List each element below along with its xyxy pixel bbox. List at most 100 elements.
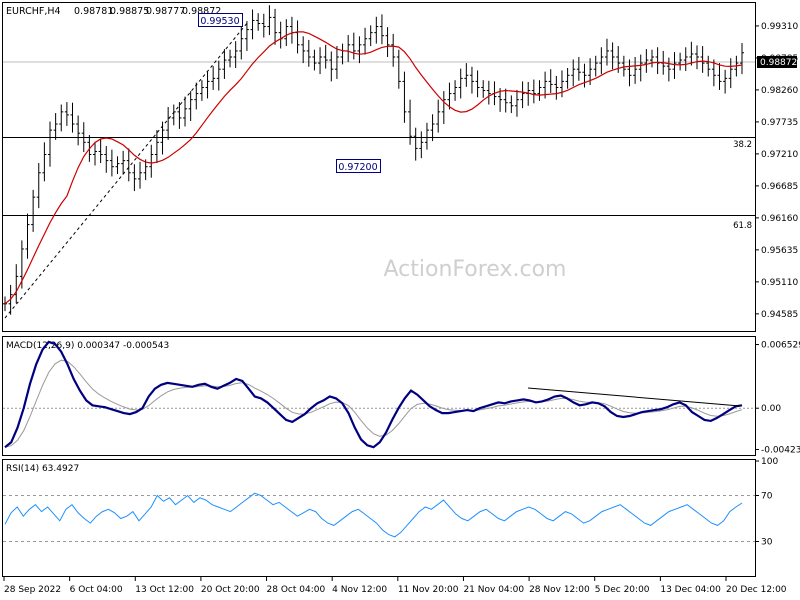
high-annotation: 0.99530 — [198, 13, 243, 27]
candle — [59, 104, 64, 132]
candle — [183, 96, 188, 127]
rsi-tick-label: 100 — [761, 457, 778, 467]
candle — [256, 13, 261, 31]
candle — [469, 66, 474, 94]
candle — [42, 142, 47, 182]
candle — [408, 99, 413, 145]
candle — [368, 25, 373, 47]
candle — [672, 52, 677, 79]
open-value: 0.98781 — [74, 6, 113, 17]
candle — [284, 19, 289, 47]
candle — [627, 59, 632, 87]
time-tick-label: 20 Dec 12:00 — [726, 585, 787, 595]
candle — [70, 102, 75, 133]
candle — [357, 36, 362, 64]
price-tick-label: 0.96160 — [761, 214, 798, 224]
time-tick-label: 13 Oct 12:00 — [135, 585, 194, 595]
candle — [475, 70, 480, 98]
candle — [458, 68, 463, 99]
candle — [464, 63, 469, 87]
candle — [379, 14, 384, 45]
price-tick-label: 0.95635 — [761, 246, 798, 256]
price-tick-label: 0.97735 — [761, 118, 798, 128]
candle — [48, 121, 53, 167]
price-tick-label: 0.95110 — [761, 278, 798, 288]
candle — [531, 79, 536, 104]
candle — [723, 69, 728, 94]
candle — [740, 42, 744, 75]
candle — [36, 163, 41, 209]
candle — [638, 54, 643, 82]
candle — [441, 91, 446, 125]
rsi-line — [4, 492, 743, 538]
candle — [413, 127, 418, 161]
candle — [610, 42, 615, 70]
candle — [301, 36, 306, 64]
candle — [318, 47, 323, 75]
rsi-tick-label: 70 — [761, 492, 773, 502]
rsi-axis: 100 70 30 — [755, 457, 778, 548]
candle — [554, 75, 559, 100]
current-price-text: 0.98872 — [760, 58, 797, 68]
candle — [312, 49, 317, 71]
candle — [683, 47, 688, 72]
candle — [509, 95, 514, 114]
candle — [582, 63, 587, 88]
candle — [98, 139, 103, 164]
macd-panel-frame — [2, 336, 756, 456]
time-tick-label: 28 Sep 2022 — [4, 585, 61, 595]
candle — [385, 27, 390, 58]
candle — [340, 43, 345, 65]
rsi-panel-frame — [2, 459, 756, 577]
candle — [351, 32, 356, 60]
candle — [548, 69, 553, 93]
high-value: 0.98875 — [110, 6, 149, 17]
candle — [453, 80, 458, 101]
candle — [436, 99, 441, 133]
candle — [593, 55, 598, 77]
candle — [329, 51, 334, 82]
candle — [700, 46, 705, 73]
rsi-label: RSI(14) 63.4927 — [6, 464, 79, 474]
time-tick-label: 13 Dec 04:00 — [660, 585, 721, 595]
high-label: 0.99530 — [200, 16, 239, 27]
candle — [194, 82, 199, 110]
candle — [177, 102, 182, 129]
candle — [649, 49, 654, 68]
candle — [323, 44, 328, 69]
price-tick-label: 0.96685 — [761, 182, 798, 192]
fib-trend-line — [4, 21, 249, 319]
low-annotation: 0.97200 — [336, 159, 381, 173]
time-tick-label: 28 Nov 12:00 — [529, 585, 590, 595]
candle — [64, 102, 69, 126]
macd-tick-label: 0.00 — [761, 404, 781, 414]
candle — [149, 144, 154, 178]
price-tick-label: 0.97210 — [761, 150, 798, 160]
candle — [346, 35, 351, 62]
candle — [537, 80, 542, 101]
chart-canvas: ActionForex.com EURCHF,H4 0.98781 0.9887… — [2, 2, 800, 595]
candle — [374, 16, 379, 44]
candle — [565, 67, 570, 89]
candle — [486, 80, 491, 105]
candle — [166, 106, 171, 140]
candle — [717, 63, 722, 90]
candle — [211, 66, 216, 90]
candle — [621, 55, 626, 77]
candle — [205, 71, 210, 99]
candle — [250, 9, 255, 40]
candle — [655, 47, 660, 75]
candle — [694, 45, 699, 70]
candle — [228, 49, 233, 68]
time-tick-label: 4 Nov 12:00 — [332, 585, 387, 595]
candle — [239, 26, 244, 60]
candle — [109, 149, 114, 177]
candle — [396, 49, 401, 89]
candle — [25, 213, 30, 259]
macd-signal-line — [4, 359, 743, 448]
candle — [295, 20, 300, 54]
candle — [76, 115, 81, 146]
candle — [289, 16, 294, 44]
symbol-label: EURCHF,H4 — [6, 6, 61, 17]
candle — [419, 131, 424, 159]
